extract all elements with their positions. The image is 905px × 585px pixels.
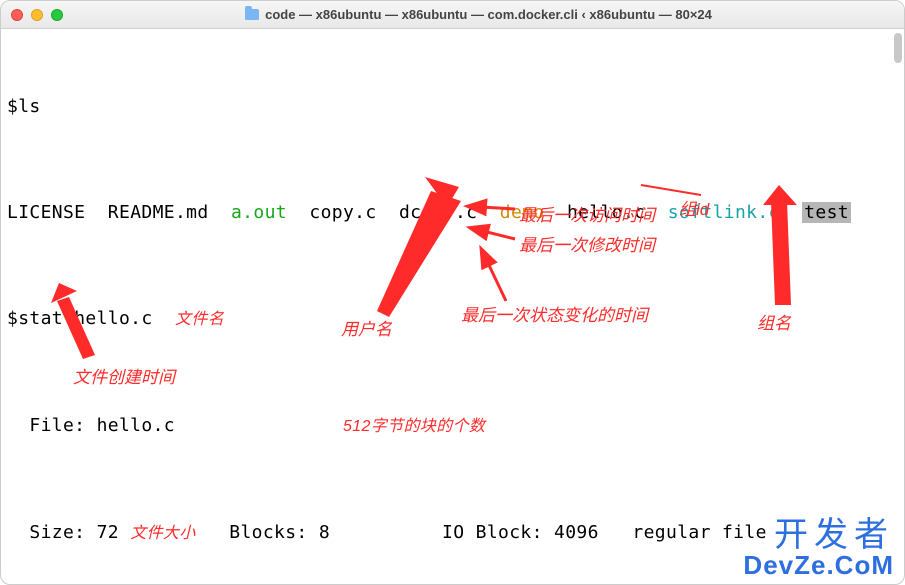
anno-change-time: 最后一次状态变化的时间 <box>461 301 648 326</box>
stat-file: File: hello.c 512字节的块的个数 <box>7 415 898 438</box>
cmd-line: $ls <box>7 96 898 118</box>
anno-username: 用户名 <box>341 315 392 340</box>
cmd-ls: ls <box>18 96 40 117</box>
window-title: code — x86ubuntu — x86ubuntu — com.docke… <box>265 7 712 22</box>
anno-blocks: 512字节的块的个数 <box>343 418 485 435</box>
anno-modify-time: 最后一次修改时间 <box>519 231 655 256</box>
minimize-icon[interactable] <box>31 9 43 21</box>
cmd-stat: stat hello.c <box>18 308 152 329</box>
watermark: 开发者 DevZe.CoM <box>743 518 894 578</box>
anno-filename: 文件名 <box>175 311 224 328</box>
anno-filesize: 文件大小 <box>130 525 195 542</box>
maximize-icon[interactable] <box>51 9 63 21</box>
terminal-body[interactable]: $ls LICENSE README.md a.out copy.c dcopy… <box>1 29 904 584</box>
ls-output: LICENSE README.md a.out copy.c dcopy.c d… <box>7 202 898 224</box>
terminal-window: code — x86ubuntu — x86ubuntu — com.docke… <box>0 0 905 585</box>
close-icon[interactable] <box>11 9 23 21</box>
anno-groupname: 组名 <box>757 309 791 334</box>
anno-birth: 文件创建时间 <box>73 363 175 388</box>
anno-gid: 组id <box>679 195 709 220</box>
titlebar[interactable]: code — x86ubuntu — x86ubuntu — com.docke… <box>1 1 904 29</box>
window-controls <box>11 9 63 21</box>
folder-icon <box>245 9 259 20</box>
title-wrap: code — x86ubuntu — x86ubuntu — com.docke… <box>63 7 894 22</box>
anno-access-time: 最后一次访问时间 <box>519 201 655 226</box>
scrollbar-thumb[interactable] <box>894 33 902 63</box>
